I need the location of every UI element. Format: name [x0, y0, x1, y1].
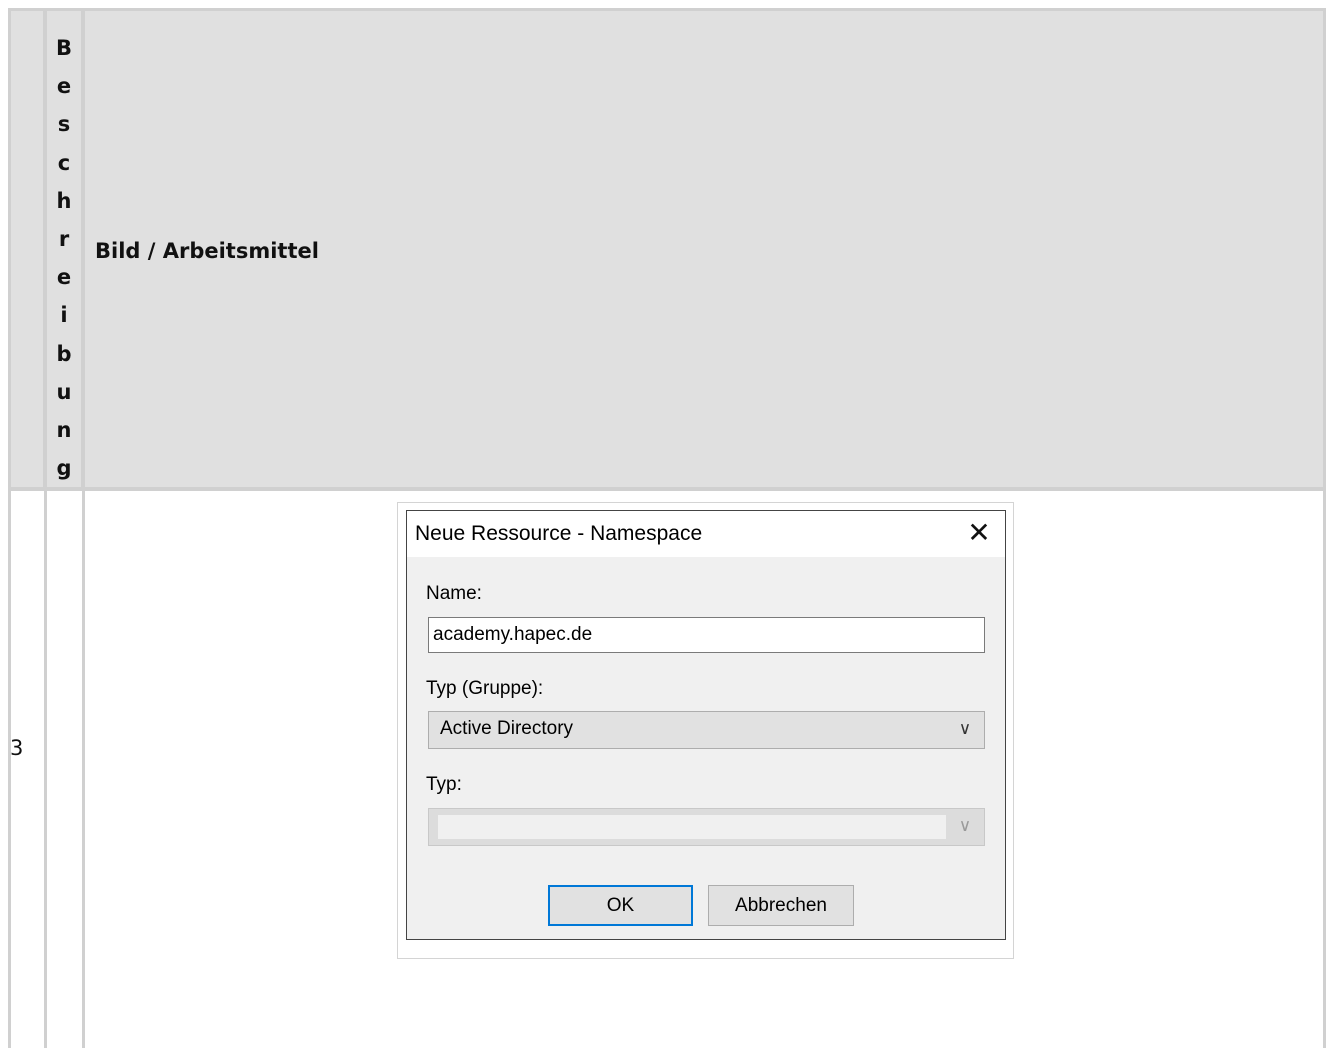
type-select[interactable]: ∨	[428, 808, 985, 846]
type-group-value: Active Directory	[440, 718, 574, 739]
header-title: Bild / Arbeitsmittel	[95, 239, 319, 263]
row-number: 3	[10, 736, 24, 760]
name-input[interactable]	[428, 617, 985, 653]
header-letter: i	[60, 303, 68, 328]
type-label: Typ:	[426, 774, 462, 795]
header-cell-beschreibung: B e s c h r e i b u n g	[44, 8, 84, 490]
header-letter: c	[57, 150, 71, 175]
header-cell-number	[8, 8, 46, 490]
header-letter: e	[56, 265, 72, 290]
table-header-row: B e s c h r e i b u n g Bild / Arbeitsmi…	[8, 8, 1326, 490]
vertical-header-text: B e s c h r e i b u n g	[47, 29, 81, 487]
header-letter: n	[56, 418, 72, 443]
cancel-button[interactable]: Abbrechen	[708, 885, 854, 926]
header-letter: r	[58, 227, 70, 252]
header-letter: s	[57, 112, 71, 137]
type-group-select[interactable]: Active Directory ∨	[428, 711, 985, 749]
header-letter: b	[56, 341, 72, 366]
header-letter: g	[56, 456, 72, 481]
dialog-window: Neue Ressource - Namespace ✕ Name: Typ (…	[406, 510, 1006, 940]
dialog-title: Neue Ressource - Namespace	[415, 522, 703, 545]
name-label: Name:	[426, 583, 482, 604]
type-select-field	[438, 815, 946, 839]
header-letter: h	[56, 188, 72, 213]
ok-button[interactable]: OK	[548, 885, 693, 926]
type-group-label: Typ (Gruppe):	[426, 678, 544, 699]
close-icon[interactable]: ✕	[965, 519, 993, 547]
dialog-titlebar: Neue Ressource - Namespace ✕	[407, 511, 1005, 557]
chevron-down-icon: ∨	[958, 816, 972, 835]
row-cell-description	[44, 488, 84, 1048]
header-letter: e	[56, 74, 72, 99]
header-letter: B	[55, 36, 72, 60]
row-cell-number	[8, 488, 46, 1048]
header-cell-bild: Bild / Arbeitsmittel	[82, 8, 1326, 490]
chevron-down-icon: ∨	[958, 719, 972, 738]
header-letter: u	[56, 379, 72, 404]
